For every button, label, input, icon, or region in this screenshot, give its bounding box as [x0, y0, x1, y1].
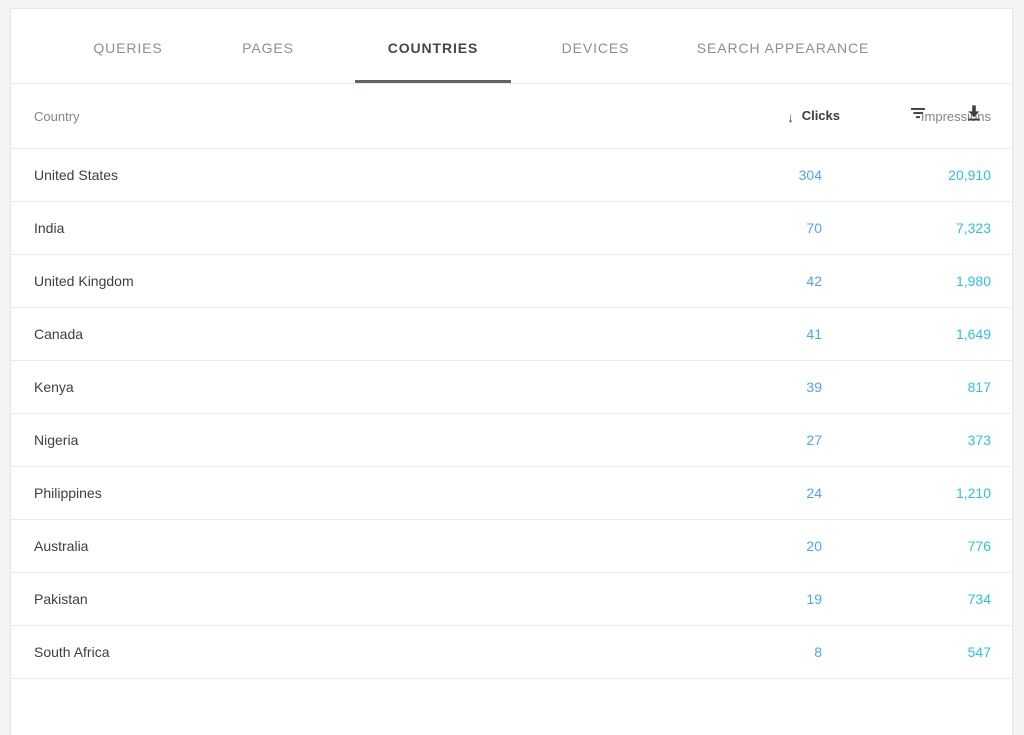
tab-pages[interactable]: PAGES: [193, 9, 343, 83]
column-header-clicks-label: Clicks: [801, 107, 840, 123]
download-icon: [964, 103, 984, 123]
column-header-clicks[interactable]: ↓ Clicks: [711, 84, 851, 149]
cell-country: United Kingdom: [11, 254, 711, 308]
cell-clicks[interactable]: 42: [711, 254, 851, 308]
table-row[interactable]: Kenya 39 817: [11, 360, 1012, 414]
cell-impressions[interactable]: 1,210: [851, 466, 1012, 520]
cell-clicks[interactable]: 39: [711, 360, 851, 414]
cell-country: Australia: [11, 519, 711, 573]
tab-pages-label: PAGES: [242, 40, 294, 56]
table-body: United States 304 20,910 India 70 7,323 …: [11, 148, 1012, 679]
tab-search-appearance-label: SEARCH APPEARANCE: [696, 40, 870, 56]
table-row[interactable]: United States 304 20,910: [11, 148, 1012, 202]
tab-devices[interactable]: DEVICES: [523, 9, 668, 83]
cell-impressions[interactable]: 817: [851, 360, 1012, 414]
cell-clicks[interactable]: 41: [711, 307, 851, 361]
table-header-row: Country ↓ Clicks Impressions: [11, 84, 1012, 149]
tab-list: QUERIES PAGES COUNTRIES DEVICES SEARCH A…: [11, 9, 1012, 83]
cell-country: United States: [11, 148, 711, 202]
cell-country: South Africa: [11, 625, 711, 679]
download-button[interactable]: [958, 97, 990, 129]
table-header: Country ↓ Clicks Impressions: [11, 84, 1012, 149]
cell-clicks[interactable]: 8: [711, 625, 851, 679]
table-row[interactable]: Canada 41 1,649: [11, 307, 1012, 361]
tab-queries[interactable]: QUERIES: [63, 9, 193, 83]
tab-queries-label: QUERIES: [93, 40, 163, 56]
cell-clicks[interactable]: 70: [711, 201, 851, 255]
cell-country: India: [11, 201, 711, 255]
table-row[interactable]: Nigeria 27 373: [11, 413, 1012, 467]
table-row[interactable]: Australia 20 776: [11, 519, 1012, 573]
report-card: QUERIES PAGES COUNTRIES DEVICES SEARCH A…: [10, 8, 1013, 735]
tab-countries[interactable]: COUNTRIES: [343, 9, 523, 83]
tab-countries-label: COUNTRIES: [387, 40, 479, 56]
sort-descending-icon: ↓: [787, 109, 794, 125]
cell-impressions[interactable]: 1,980: [851, 254, 1012, 308]
cell-impressions[interactable]: 20,910: [851, 148, 1012, 202]
table-toolbar: [902, 97, 990, 129]
cell-country: Pakistan: [11, 572, 711, 626]
cell-clicks[interactable]: 304: [711, 148, 851, 202]
filter-button[interactable]: [902, 97, 934, 129]
cell-impressions[interactable]: 776: [851, 519, 1012, 573]
table-row[interactable]: India 70 7,323: [11, 201, 1012, 255]
table-row[interactable]: Philippines 24 1,210: [11, 466, 1012, 520]
tab-active-indicator: [355, 80, 511, 83]
cell-clicks[interactable]: 27: [711, 413, 851, 467]
cell-impressions[interactable]: 547: [851, 625, 1012, 679]
cell-clicks[interactable]: 20: [711, 519, 851, 573]
filter-icon: [908, 103, 928, 123]
cell-country: Philippines: [11, 466, 711, 520]
column-header-country-label: Country: [34, 108, 80, 124]
tab-devices-label: DEVICES: [561, 40, 630, 56]
cell-impressions[interactable]: 734: [851, 572, 1012, 626]
cell-impressions[interactable]: 1,649: [851, 307, 1012, 361]
table-row[interactable]: Pakistan 19 734: [11, 572, 1012, 626]
cell-country: Nigeria: [11, 413, 711, 467]
cell-country: Canada: [11, 307, 711, 361]
tab-search-appearance[interactable]: SEARCH APPEARANCE: [668, 9, 898, 83]
table-row[interactable]: South Africa 8 547: [11, 625, 1012, 679]
column-header-country[interactable]: Country: [11, 84, 711, 149]
table-row[interactable]: United Kingdom 42 1,980: [11, 254, 1012, 308]
cell-impressions[interactable]: 373: [851, 413, 1012, 467]
cell-impressions[interactable]: 7,323: [851, 201, 1012, 255]
countries-table: Country ↓ Clicks Impressions United State…: [11, 84, 1012, 679]
cell-clicks[interactable]: 19: [711, 572, 851, 626]
cell-clicks[interactable]: 24: [711, 466, 851, 520]
cell-country: Kenya: [11, 360, 711, 414]
tab-bar: QUERIES PAGES COUNTRIES DEVICES SEARCH A…: [11, 9, 1012, 84]
